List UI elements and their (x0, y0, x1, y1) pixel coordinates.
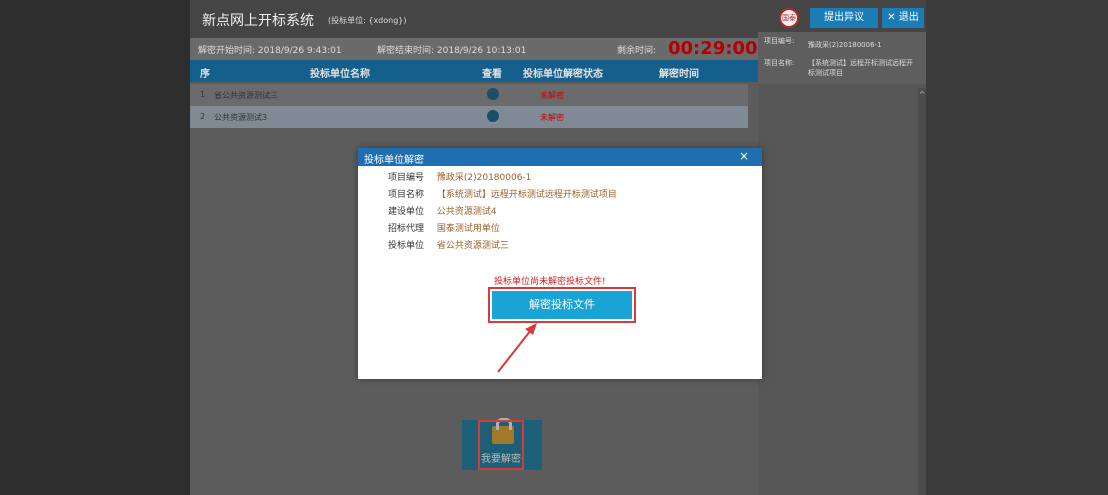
col-name: 投标单位名称 (310, 69, 370, 80)
field-label: 招标代理 (388, 224, 425, 234)
dialog-header: 投标单位解密 × (358, 148, 762, 166)
table-row[interactable]: 2 公共资源测试3 未解密 (190, 106, 748, 128)
dialog-fields: 项目编号 豫政采(2)20180006-1 项目名称 【系统测试】远程开标测试远… (388, 170, 617, 255)
start-time: 解密开始时间: 2018/9/26 9:43:01 (198, 46, 342, 56)
dialog-title: 投标单位解密 (364, 155, 424, 166)
field-value: 豫政采(2)20180006-1 (436, 173, 532, 183)
code-value: 豫政采(2)20180006-1 (808, 41, 882, 49)
project-info: 项目编号: 豫政采(2)20180006-1 项目名称: 【系统测试】远程开标测… (758, 32, 926, 84)
table-header: 序 投标单位名称 查看 投标单位解密状态 解密时间 (190, 60, 758, 82)
row-name: 省公共资源测试三 (214, 91, 278, 100)
field-value: 国泰测试用单位 (436, 224, 500, 234)
view-icon[interactable] (487, 88, 499, 100)
field-row: 建设单位 公共资源测试4 (388, 204, 617, 221)
name-value: 【系统测试】远程开标测试远程开标测试项目 (808, 59, 913, 77)
field-label: 项目编号 (388, 173, 425, 183)
table-row[interactable]: 1 省公共资源测试三 未解密 (190, 84, 748, 106)
view-icon[interactable] (487, 110, 499, 122)
scrollbar[interactable]: ^ (918, 88, 926, 495)
project-info-panel: 项目编号: 豫政采(2)20180006-1 项目名称: 【系统测试】远程开标测… (758, 32, 926, 495)
field-value: 【系统测试】远程开标测试远程开标测试项目 (436, 190, 617, 200)
row-index: 1 (200, 90, 206, 99)
highlight-box (478, 420, 524, 470)
bidder-label: (投标单位: {xdong}) (328, 16, 407, 25)
field-value: 公共资源测试4 (436, 207, 497, 217)
app-title: 新点网上开标系统 (202, 13, 314, 29)
name-label: 项目名称: (764, 59, 795, 67)
field-label: 建设单位 (388, 207, 425, 217)
field-value: 省公共资源测试三 (436, 241, 509, 251)
row-index: 2 (200, 112, 206, 121)
row-status: 未解密 (540, 113, 564, 122)
objection-button[interactable]: 提出异议 (810, 8, 878, 28)
col-status: 投标单位解密状态 (523, 69, 603, 80)
logo-icon: 国泰 (779, 8, 799, 28)
col-time: 解密时间 (659, 69, 699, 80)
decrypt-dialog: 投标单位解密 × 项目编号 豫政采(2)20180006-1 项目名称 【系统测… (358, 148, 762, 379)
col-index: 序 (200, 69, 210, 80)
field-row: 招标代理 国泰测试用单位 (388, 221, 617, 238)
code-label: 项目编号: (764, 37, 795, 45)
field-row: 项目编号 豫政采(2)20180006-1 (388, 170, 617, 187)
field-row: 投标单位 省公共资源测试三 (388, 238, 617, 255)
unlock-button[interactable]: 我要解密 (462, 418, 542, 470)
warning-text: 投标单位尚未解密投标文件! (494, 277, 606, 287)
decrypt-button[interactable]: 解密投标文件 (492, 291, 632, 319)
remain-label: 剩余时间: (617, 46, 657, 56)
decrypt-button-highlight: 解密投标文件 (488, 287, 636, 323)
close-icon[interactable]: × (739, 149, 749, 163)
field-label: 投标单位 (388, 241, 425, 251)
field-label: 项目名称 (388, 190, 425, 200)
row-name: 公共资源测试3 (214, 113, 268, 122)
row-status: 未解密 (540, 91, 564, 100)
countdown: 00:29:00 (668, 38, 758, 59)
col-view: 查看 (482, 69, 502, 80)
scroll-up-icon[interactable]: ^ (918, 90, 926, 100)
time-bar: 解密开始时间: 2018/9/26 9:43:01 解密结束时间: 2018/9… (190, 38, 758, 60)
field-row: 项目名称 【系统测试】远程开标测试远程开标测试项目 (388, 187, 617, 204)
exit-button[interactable]: ✕ 退出 (882, 8, 924, 28)
end-time: 解密结束时间: 2018/9/26 10:13:01 (377, 46, 527, 56)
